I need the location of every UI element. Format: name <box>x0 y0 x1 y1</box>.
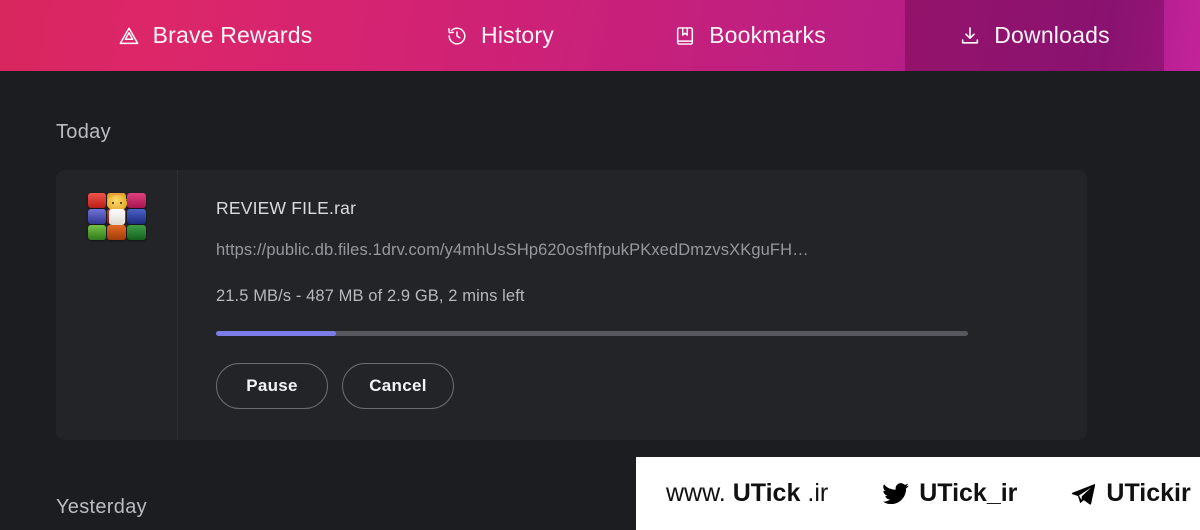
download-action-buttons: Pause Cancel <box>216 363 1061 409</box>
watermark-twitter-handle: UTick_ir <box>919 479 1018 507</box>
watermark-banner: www. UTick .ir UTick_ir UTickir <box>636 457 1200 530</box>
brave-triangle-icon <box>118 25 140 47</box>
watermark-site-prefix: www. <box>666 479 726 507</box>
tab-bookmarks[interactable]: Bookmarks <box>625 0 875 71</box>
section-header-today: Today <box>56 121 111 143</box>
download-progress-fill <box>216 331 337 336</box>
history-clock-icon <box>446 25 468 47</box>
tab-brave-rewards[interactable]: Brave Rewards <box>70 0 360 71</box>
download-status-text: 21.5 MB/s - 487 MB of 2.9 GB, 2 mins lef… <box>216 287 525 305</box>
watermark-telegram: UTickir <box>1069 479 1191 508</box>
watermark-website: www. UTick .ir <box>666 479 828 508</box>
twitter-bird-icon <box>880 480 912 508</box>
download-item-card[interactable]: REVIEW FILE.rar https://public.db.files.… <box>56 170 1087 440</box>
winrar-archive-icon <box>87 193 146 243</box>
download-arrow-icon <box>959 25 981 47</box>
section-header-yesterday: Yesterday <box>56 496 147 518</box>
tab-label: Bookmarks <box>709 22 826 48</box>
browser-page: Brave Rewards History Bookmarks Download… <box>0 0 1200 530</box>
download-source-url[interactable]: https://public.db.files.1drv.com/y4mhUsS… <box>216 241 981 260</box>
download-icon-cell <box>56 170 178 440</box>
tab-label: Brave Rewards <box>152 22 313 48</box>
watermark-site-suffix: .ir <box>807 479 829 507</box>
tab-label: History <box>481 22 554 48</box>
tab-downloads[interactable]: Downloads <box>905 0 1164 71</box>
download-progress-bar <box>216 331 968 336</box>
tab-label: Downloads <box>994 22 1110 48</box>
watermark-twitter: UTick_ir <box>880 479 1017 508</box>
telegram-plane-icon <box>1069 481 1099 507</box>
download-details: REVIEW FILE.rar https://public.db.files.… <box>178 170 1087 440</box>
pause-button[interactable]: Pause <box>216 363 328 409</box>
watermark-telegram-handle: UTickir <box>1106 479 1191 507</box>
download-file-name: REVIEW FILE.rar <box>216 198 357 218</box>
bookmark-book-icon <box>674 25 696 47</box>
watermark-site-brand: UTick <box>732 479 801 507</box>
tab-history[interactable]: History <box>395 0 605 71</box>
cancel-button[interactable]: Cancel <box>342 363 454 409</box>
brave-menu-tabbar: Brave Rewards History Bookmarks Download… <box>0 0 1200 71</box>
